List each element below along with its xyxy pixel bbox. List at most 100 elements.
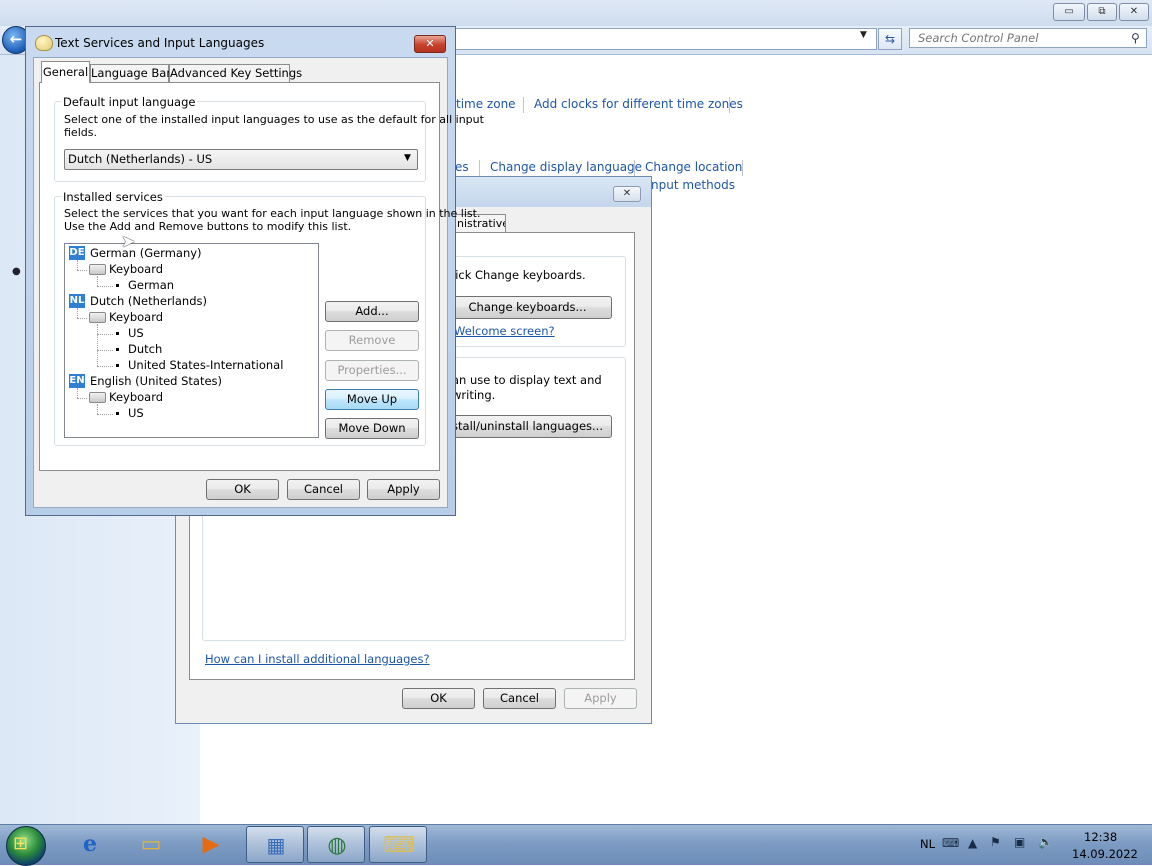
tree-line (97, 286, 113, 287)
link-separator (729, 97, 730, 113)
move-up-button[interactable]: Move Up (325, 389, 419, 410)
default-language-description: Select one of the installed input langua… (64, 113, 484, 126)
tab-general[interactable]: General (41, 61, 90, 83)
mouse-cursor-icon: ➤ (121, 232, 136, 252)
search-icon[interactable]: ⚲ (1131, 31, 1140, 45)
link-add-clocks[interactable]: Add clocks for different time zones (534, 97, 743, 111)
close-window-button[interactable]: ✕ (1119, 3, 1149, 21)
region-dialog-close-button[interactable]: ✕ (613, 186, 641, 202)
search-input[interactable] (909, 28, 1147, 48)
tree-item-keyboard[interactable]: Keyboard (109, 310, 163, 324)
maximize-button[interactable]: ⧉ (1087, 3, 1117, 21)
taskbar-control-panel[interactable]: ▦ (246, 826, 304, 863)
minimize-button[interactable]: ▭ (1053, 3, 1085, 21)
link-change-location[interactable]: Change location (645, 160, 742, 174)
link-separator (634, 160, 635, 176)
control-panel-icon: ▦ (266, 833, 286, 857)
tree-item-keyboard[interactable]: Keyboard (109, 262, 163, 276)
tree-line (97, 366, 113, 367)
media-player-icon: ▶ (202, 832, 220, 857)
properties-button[interactable]: Properties... (325, 360, 419, 381)
change-keyboards-button[interactable]: Change keyboards... (443, 296, 612, 319)
cancel-button[interactable]: Cancel (287, 479, 360, 500)
tree-line (97, 324, 98, 366)
ok-button[interactable]: OK (206, 479, 279, 500)
tree-bullet (116, 364, 119, 367)
windows-logo-icon: ⊞ (13, 833, 29, 854)
tree-item-layout[interactable]: German (128, 278, 174, 292)
tree-line (97, 350, 113, 351)
dialog-close-button[interactable]: ✕ (414, 35, 446, 53)
tree-line (77, 308, 78, 318)
taskbar-explorer[interactable]: ▭ (122, 826, 180, 863)
tree-item-german-germany[interactable]: German (Germany) (90, 246, 202, 260)
link-separator (479, 160, 480, 176)
move-down-button[interactable]: Move Down (325, 418, 419, 439)
region-ok-button[interactable]: OK (402, 688, 475, 709)
install-languages-help-link[interactable]: How can I install additional languages? (205, 652, 430, 666)
tree-bullet (116, 348, 119, 351)
keyboard-icon (89, 312, 106, 323)
clock-time[interactable]: 12:38 (1084, 830, 1117, 844)
keyboards-instruction: lick Change keyboards. (452, 268, 586, 282)
dialog-title: Text Services and Input Languages (55, 36, 265, 50)
region-cancel-button[interactable]: Cancel (483, 688, 556, 709)
tree-item-layout[interactable]: US (128, 406, 144, 420)
installed-services-description: Select the services that you want for ea… (64, 207, 481, 220)
tree-line (77, 388, 78, 398)
welcome-screen-link[interactable]: Welcome screen? (454, 324, 555, 338)
tree-item-keyboard[interactable]: Keyboard (109, 390, 163, 404)
tree-item-layout[interactable]: United States-International (128, 358, 283, 372)
tree-item-dutch-netherlands[interactable]: Dutch (Netherlands) (90, 294, 207, 308)
globe-clock-icon: ◍ (327, 833, 347, 858)
installed-services-description-2: Use the Add and Remove buttons to modify… (64, 220, 352, 233)
tab-language-bar[interactable]: Language Bar (90, 64, 171, 82)
language-badge-de: DE (69, 246, 85, 260)
tree-bullet (116, 332, 119, 335)
keyboard-tray-icon[interactable]: ⌨ (942, 836, 959, 850)
taskbar-internet-explorer[interactable]: e (61, 826, 119, 863)
keyboard-icon (89, 392, 106, 403)
tree-line (97, 414, 113, 415)
language-badge-en: EN (69, 374, 85, 388)
tree-item-english-united-states[interactable]: English (United States) (90, 374, 222, 388)
link-change-input-methods[interactable]: nput methods (651, 178, 735, 192)
refresh-icon: ⇆ (884, 32, 896, 46)
taskbar-media-player[interactable]: ▶ (182, 826, 240, 863)
text-services-icon (35, 35, 53, 51)
link-change-time-zone[interactable]: time zone (456, 97, 516, 111)
tree-item-layout[interactable]: Dutch (128, 342, 162, 356)
refresh-button[interactable]: ⇆ (878, 28, 902, 50)
taskbar-region-language[interactable]: ◍ (307, 826, 365, 863)
link-change-display-language[interactable]: Change display language (490, 160, 642, 174)
install-uninstall-languages-button[interactable]: stall/uninstall languages... (443, 415, 612, 438)
tree-line (97, 276, 98, 286)
apply-button[interactable]: Apply (367, 479, 440, 500)
action-center-flag-icon[interactable]: ⚑ (990, 835, 1001, 849)
address-dropdown-icon[interactable]: ▼ (860, 30, 867, 40)
link-change-formats[interactable]: es (455, 160, 469, 174)
tree-line (77, 260, 78, 270)
display-languages-text-1: an use to display text and (452, 373, 602, 387)
tree-bullet (116, 412, 119, 415)
input-language-indicator[interactable]: NL (920, 837, 935, 851)
default-language-select[interactable]: Dutch (Netherlands) - US (64, 149, 418, 170)
link-separator (523, 97, 524, 113)
keyboard-speech-icon: ⌨ (383, 833, 415, 858)
add-button[interactable]: Add... (325, 301, 419, 322)
tree-line (97, 334, 113, 335)
tree-line (77, 318, 87, 319)
address-bar[interactable] (440, 28, 877, 50)
show-hidden-icons[interactable]: ▲ (968, 836, 977, 850)
taskbar-text-services[interactable]: ⌨ (369, 826, 427, 863)
tab-advanced-key-settings[interactable]: Advanced Key Settings (169, 64, 302, 82)
network-icon[interactable]: ▣ (1014, 835, 1025, 849)
region-apply-button[interactable]: Apply (564, 688, 637, 709)
tree-item-layout[interactable]: US (128, 326, 144, 340)
link-separator (742, 160, 743, 176)
remove-button[interactable]: Remove (325, 330, 419, 351)
internet-explorer-icon: e (83, 831, 97, 857)
clock-date[interactable]: 14.09.2022 (1072, 847, 1138, 861)
volume-muted-icon[interactable]: 🔈 (1038, 835, 1053, 849)
chevron-down-icon: ▼ (404, 153, 411, 163)
